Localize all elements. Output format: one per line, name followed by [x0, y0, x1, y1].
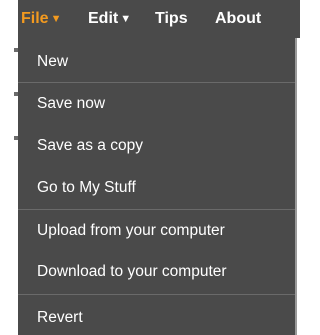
menu-item-go-to-my-stuff[interactable]: Go to My Stuff	[18, 178, 295, 198]
menu-item-save-now[interactable]: Save now	[18, 94, 295, 114]
menu-item-revert[interactable]: Revert	[18, 308, 295, 328]
menu-item-new[interactable]: New	[18, 52, 295, 72]
chevron-down-icon: ▼	[120, 13, 132, 25]
file-menu-label: File	[21, 10, 49, 27]
tips-menu-button[interactable]: Tips	[155, 10, 188, 28]
menu-item-upload[interactable]: Upload from your computer	[18, 221, 295, 241]
edit-menu-button[interactable]: Edit ▼	[88, 10, 131, 29]
menu-item-save-as-copy[interactable]: Save as a copy	[18, 136, 295, 156]
menu-bar: File ▼ Edit ▼ Tips About	[18, 0, 300, 38]
menu-separator	[18, 209, 295, 210]
file-menu-button[interactable]: File ▼	[21, 10, 61, 29]
about-menu-button[interactable]: About	[215, 10, 261, 28]
menu-separator	[18, 82, 295, 83]
menu-separator	[18, 294, 295, 295]
edit-menu-label: Edit	[88, 10, 119, 27]
file-dropdown-menu: New Save now Save as a copy Go to My Stu…	[18, 38, 297, 335]
chevron-down-icon: ▼	[50, 13, 62, 25]
menu-item-download[interactable]: Download to your computer	[18, 262, 295, 282]
